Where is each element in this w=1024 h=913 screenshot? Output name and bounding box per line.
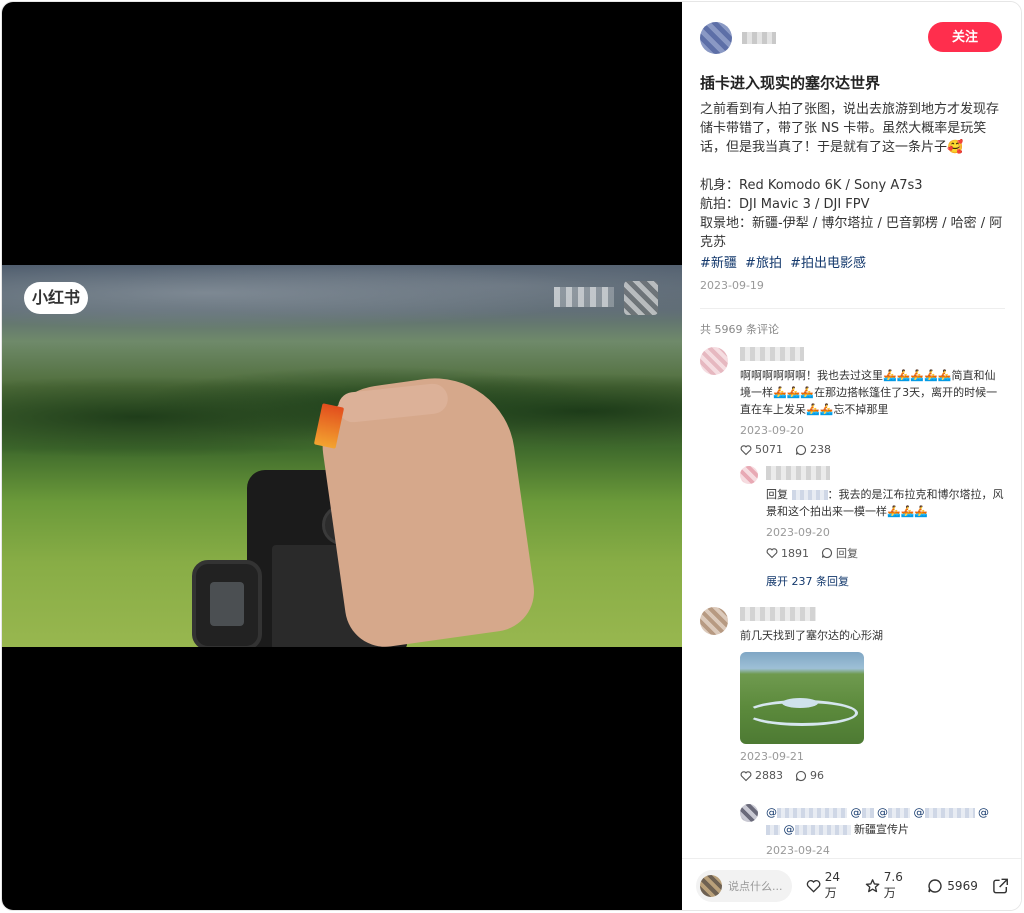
comment-text: 前几天找到了塞尔达的心形湖 [740,629,883,642]
mention-link[interactable]: @ [978,806,989,819]
author-avatar[interactable] [700,22,732,54]
reply-count: 238 [810,443,831,456]
star-icon [865,878,880,892]
note-like-count: 24万 [824,870,840,900]
comment-input[interactable]: 说点什么... [696,869,792,902]
share-icon[interactable] [992,877,1009,895]
video-player[interactable]: 小红书 [2,2,682,910]
note-title: 插卡进入现实的塞尔达世界 [700,74,881,92]
heart-icon [766,548,778,559]
watermark-avatar [624,281,658,315]
chat-bubble-icon [928,878,942,893]
comment-date: 2023-09-20 [740,424,804,437]
video-frame [2,265,682,647]
comment-actions: 5071 238 [740,443,1005,456]
like-button[interactable]: 2883 [740,769,783,782]
note-description: 之前看到有人拍了张图，说出去旅游到地方才发现存储卡带错了，带了张 NS 卡带。虽… [700,102,1003,250]
reply-date: 2023-09-24 [766,844,830,857]
expand-replies-link[interactable]: 展开 237 条回复 [766,573,1005,589]
like-button[interactable]: 5071 [740,443,783,456]
reply-item: @ @ @ @ @ @ 新疆宣传片 2023-09-24 133 [740,804,1005,858]
reply-body: 新疆宣传片 [854,823,909,836]
comment-total: 共 5969 条评论 [700,323,779,336]
divider [700,308,1005,309]
replier-name[interactable] [766,466,830,480]
note-side-panel: 关注 插卡进入现实的塞尔达世界 之前看到有人拍了张图，说出去旅游到地方才发现存储… [682,2,1021,910]
reply-text: @ @ @ @ @ @ 新疆宣传片 [766,804,1005,838]
comment-item: 啊啊啊啊啊啊！我也去过这里🚣🚣🚣🚣🚣简直和仙境一样🚣🚣🚣在那边搭帐篷住了3天，离… [700,347,1005,589]
author-name[interactable] [742,32,776,44]
mention-link[interactable]: @ [914,806,975,819]
reply-label: 回复 [836,547,858,560]
reply-date: 2023-09-20 [766,526,830,539]
chat-bubble-icon [821,547,833,559]
my-avatar [700,874,722,897]
reply-count: 96 [810,769,824,782]
commenter-name[interactable] [740,607,816,621]
mention-link[interactable]: @ [877,806,910,819]
reply-actions: 1891 回复 [766,545,1005,561]
like-count: 2883 [755,769,783,782]
heart-lake-shape [782,698,818,708]
follow-button[interactable]: 关注 [928,22,1002,52]
interaction-bar: 说点什么... 24万 7.6万 5969 [682,858,1021,910]
like-note-button[interactable]: 24万 [806,870,851,901]
like-button[interactable]: 1891 [766,547,809,560]
tag-link[interactable]: #拍出电影感 [790,256,866,271]
like-count: 5071 [755,443,783,456]
replier-avatar[interactable] [740,466,758,484]
reply-button[interactable]: 238 [795,443,831,456]
like-count: 1891 [781,546,809,560]
mention-link[interactable]: @ [851,806,874,819]
comment-input-placeholder: 说点什么... [728,879,783,893]
reply-item: 回复 ：我去的是江布拉克和博尔塔拉，风景和这个拍出来一模一样🚣🚣🚣 2023-0… [740,466,1005,589]
replier-avatar[interactable] [740,804,758,822]
watermark-user-id [554,287,614,307]
mention-link[interactable]: @ [784,823,851,836]
mention-link[interactable]: @ [766,806,847,819]
reply-target-name[interactable] [791,490,828,500]
tag-link[interactable]: #新疆 [700,256,737,271]
reply-prefix: 回复 [766,488,788,501]
commenter-avatar[interactable] [700,347,728,375]
comment-actions: 2883 96 [740,769,1005,782]
xiaohongshu-watermark: 小红书 [24,282,89,314]
comment-text: 啊啊啊啊啊啊！我也去过这里🚣🚣🚣🚣🚣简直和仙境一样🚣🚣🚣在那边搭帐篷住了3天，离… [740,369,998,416]
reply-button[interactable]: 回复 [821,545,858,561]
chat-bubble-icon [795,444,807,455]
note-comment-count: 5969 [947,878,978,893]
comment-item: 前几天找到了塞尔达的心形湖 2023-09-21 2883 96 @ @ @ @… [700,607,1005,858]
heart-icon [806,879,820,893]
comment-date: 2023-09-21 [740,750,804,763]
tag-list: #新疆 #旅拍 #拍出电影感 [700,254,1005,273]
heart-icon [740,770,752,781]
comment-note-button[interactable]: 5969 [927,878,978,894]
heart-icon [740,444,752,455]
reply-text: 回复 ：我去的是江布拉克和博尔塔拉，风景和这个拍出来一模一样🚣🚣🚣 [766,486,1005,520]
note-collect-count: 7.6万 [883,870,903,900]
commenter-name[interactable] [740,347,804,361]
tag-link[interactable]: #旅拍 [745,256,782,271]
commenter-avatar[interactable] [700,607,728,635]
chat-bubble-icon [795,770,807,781]
note-detail-modal: 小红书 关注 插卡进入现实的塞尔达世界 之前看到有人拍了张图，说出去旅游到地方才… [1,1,1022,911]
mention-blur [766,825,780,835]
post-date: 2023-09-19 [700,279,764,292]
note-content-scroll[interactable]: 插卡进入现实的塞尔达世界 之前看到有人拍了张图，说出去旅游到地方才发现存储卡带错… [682,68,1021,858]
camera-image [192,368,540,647]
comment-image[interactable] [740,652,864,744]
author-info[interactable] [700,20,776,56]
collect-note-button[interactable]: 7.6万 [865,870,914,901]
reply-button[interactable]: 96 [795,769,824,782]
